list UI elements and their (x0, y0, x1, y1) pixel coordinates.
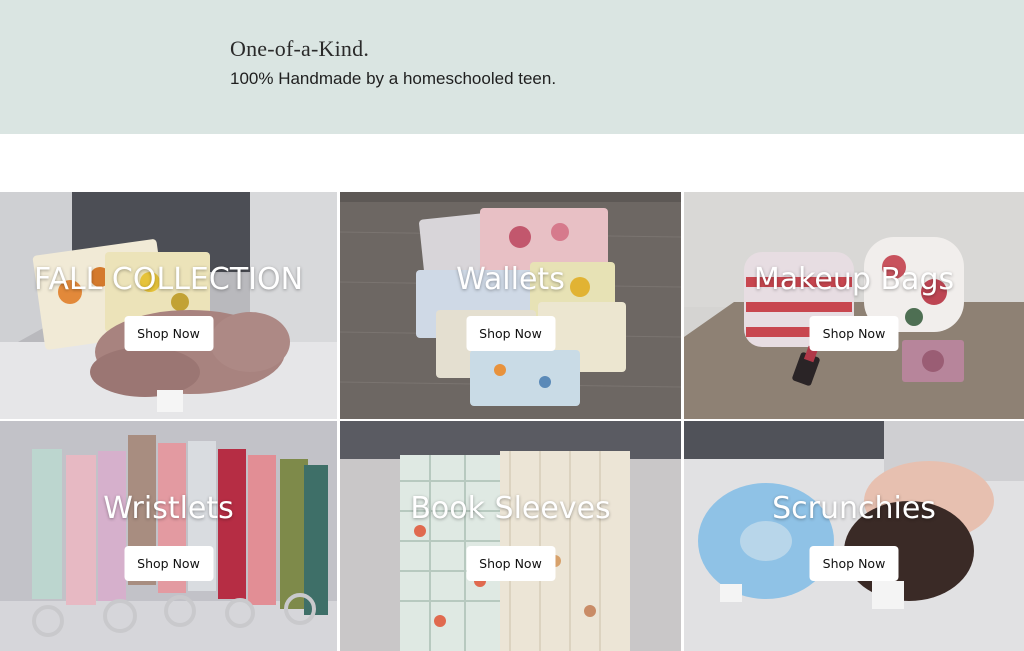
hero-title: One-of-a-Kind. (230, 36, 370, 61)
tile-makeup-bags[interactable]: Makeup Bags Shop Now (684, 192, 1024, 419)
shop-now-button[interactable]: Shop Now (466, 546, 555, 581)
tile-fall-collection[interactable]: FALL COLLECTION Shop Now (0, 192, 337, 419)
tile-book-sleeves[interactable]: Book Sleeves Shop Now (340, 421, 681, 651)
tile-title: Book Sleeves (410, 491, 611, 526)
shop-now-button[interactable]: Shop Now (809, 546, 899, 581)
tile-title: Makeup Bags (753, 262, 955, 297)
tile-title: Wallets (456, 262, 565, 297)
makeup-bags-image (684, 192, 1024, 419)
tile-title: Wristlets (103, 491, 234, 526)
fall-collection-image (0, 192, 337, 419)
tile-title: FALL COLLECTION (33, 262, 304, 297)
hero-subtitle: 100% Handmade by a homeschooled teen. (230, 69, 557, 88)
shop-now-button[interactable]: Shop Now (124, 546, 213, 581)
shop-now-button[interactable]: Shop Now (124, 316, 213, 351)
scrunchies-image (684, 421, 1024, 651)
book-sleeves-image (340, 421, 681, 651)
shop-now-button[interactable]: Shop Now (466, 316, 555, 351)
hero-banner: One-of-a-Kind. 100% Handmade by a homesc… (0, 0, 1024, 134)
tile-wallets[interactable]: Wallets Shop Now (340, 192, 681, 419)
collection-grid: FALL COLLECTION Shop Now Wallets Shop No… (0, 192, 1024, 651)
wallets-image (340, 192, 681, 419)
wristlets-image (0, 421, 337, 651)
tile-wristlets[interactable]: Wristlets Shop Now (0, 421, 337, 651)
tile-title: Scrunchies (772, 491, 936, 526)
shop-now-button[interactable]: Shop Now (809, 316, 899, 351)
tile-scrunchies[interactable]: Scrunchies Shop Now (684, 421, 1024, 651)
